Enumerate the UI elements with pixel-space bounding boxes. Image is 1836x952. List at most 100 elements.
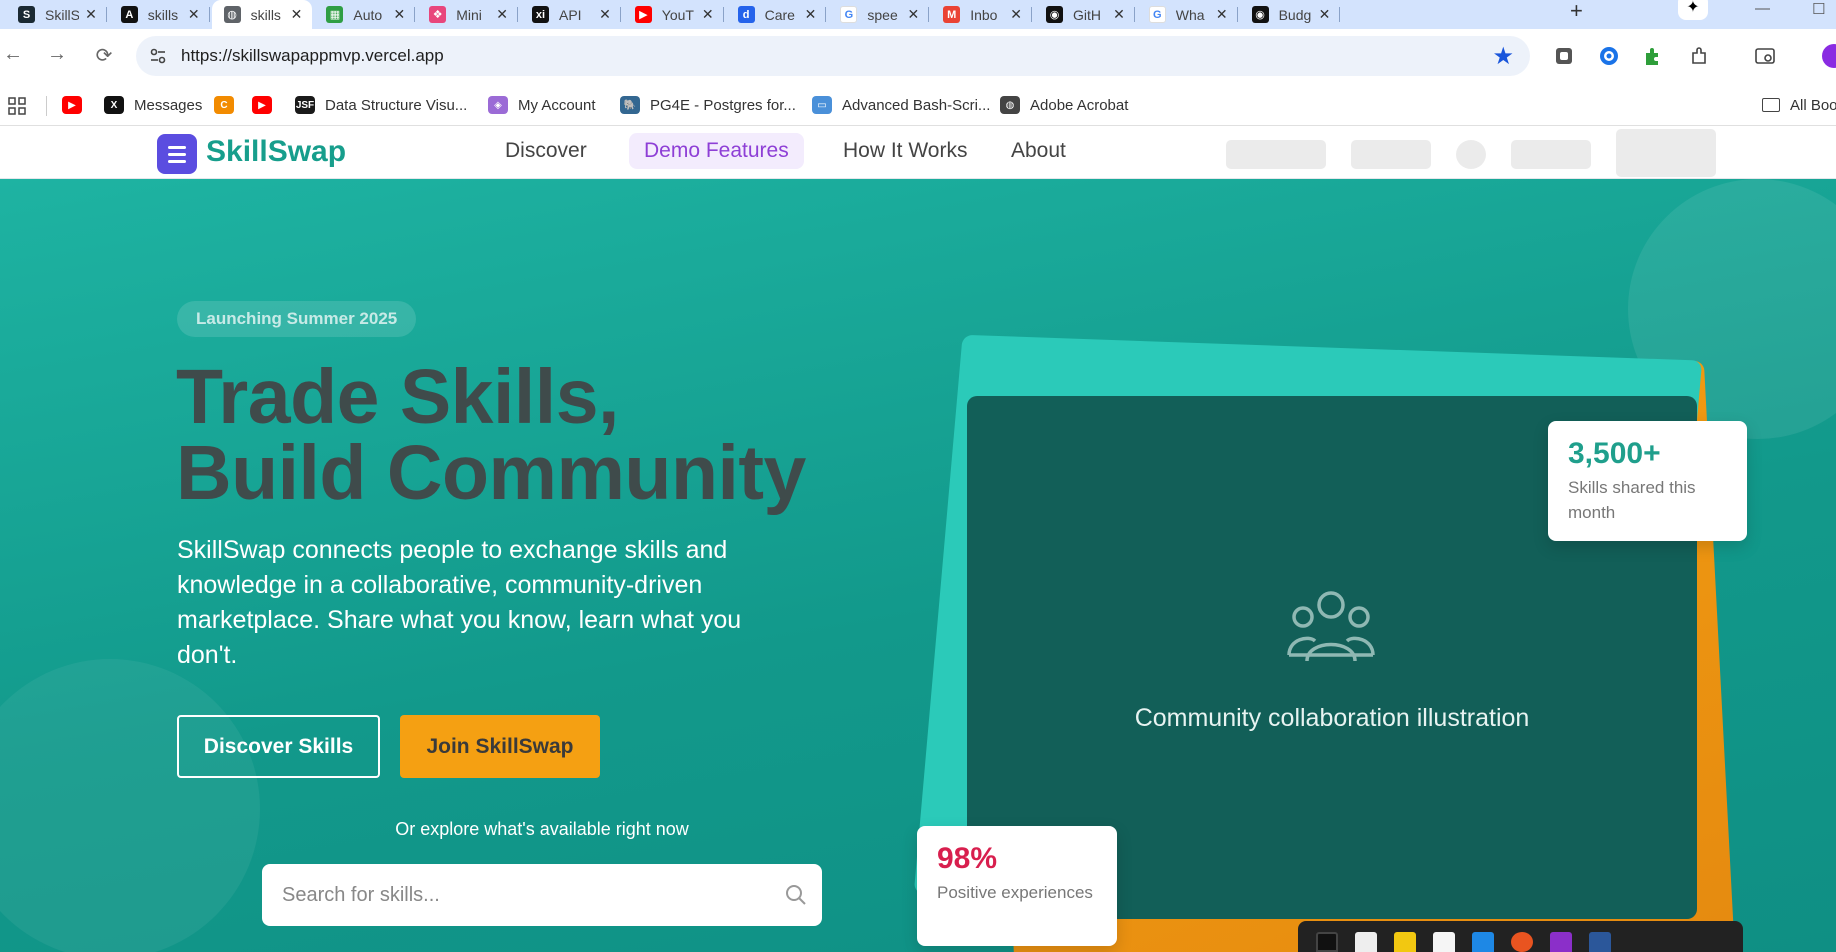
tab-favicon-icon: ❖	[429, 6, 447, 23]
browser-tab[interactable]: ▶ YouT ✕	[623, 0, 724, 29]
extension-icon[interactable]	[1553, 45, 1575, 67]
bookmark-star-icon[interactable]: ★	[1492, 42, 1514, 71]
minimize-button[interactable]: —	[1755, 0, 1770, 17]
tab-favicon-icon: ▦	[326, 6, 344, 23]
all-bookmarks-folder[interactable]: All Boo	[1762, 94, 1836, 116]
powerbi-app-icon[interactable]	[1394, 932, 1416, 952]
tab-close-icon[interactable]: ✕	[805, 6, 817, 23]
maximize-button[interactable]: ☐	[1812, 0, 1825, 18]
bookmark-item[interactable]: JSF Data Structure Visu...	[295, 94, 467, 116]
browser-toolbar: ← → ⟳ https://skillswapappmvp.vercel.app…	[0, 29, 1836, 86]
tab-close-icon[interactable]: ✕	[291, 6, 303, 23]
nav-discover[interactable]: Discover	[505, 139, 587, 163]
word-app-icon[interactable]	[1589, 932, 1611, 952]
logo-text[interactable]: SkillSwap	[206, 135, 346, 169]
os-taskbar	[1298, 921, 1743, 952]
tab-title: Budg	[1278, 6, 1312, 23]
search-icon[interactable]	[784, 883, 808, 907]
bookmark-favicon-icon: ◈	[488, 96, 508, 114]
tab-favicon-icon: ◍	[223, 6, 241, 23]
browser-tab[interactable]: G Wha ✕	[1137, 0, 1238, 29]
browser-tab[interactable]: d Care ✕	[726, 0, 827, 29]
intellij-app-icon[interactable]	[1550, 932, 1572, 952]
url-text[interactable]: https://skillswapappmvp.vercel.app	[181, 46, 444, 66]
gemini-icon[interactable]: ✦	[1678, 0, 1708, 20]
address-bar[interactable]: https://skillswapappmvp.vercel.app ★	[136, 36, 1530, 76]
tab-close-icon[interactable]: ✕	[1319, 6, 1331, 23]
tab-separator	[516, 7, 518, 22]
browser-tab[interactable]: ◍ skills ✕	[211, 0, 313, 29]
tab-search-icon[interactable]	[1754, 45, 1776, 67]
loading-placeholder	[1226, 140, 1326, 169]
bookmark-item[interactable]: ▭ Advanced Bash-Scri...	[812, 94, 990, 116]
tab-close-icon[interactable]: ✕	[85, 6, 97, 23]
bookmark-item[interactable]: C	[214, 94, 234, 116]
vscode-app-icon[interactable]	[1472, 932, 1494, 952]
nav-about[interactable]: About	[1011, 139, 1066, 163]
tab-close-icon[interactable]: ✕	[599, 6, 611, 23]
ubuntu-app-icon[interactable]	[1511, 932, 1533, 952]
loading-avatar-placeholder	[1456, 140, 1486, 169]
browser-tab[interactable]: ◉ GitH ✕	[1034, 0, 1135, 29]
browser-tab[interactable]: ◉ Budg ✕	[1240, 0, 1341, 29]
logo-menu-icon[interactable]	[157, 134, 197, 174]
nav-demo-features[interactable]: Demo Features	[629, 133, 804, 169]
terminal-app-icon[interactable]	[1316, 932, 1338, 952]
tab-close-icon[interactable]: ✕	[907, 6, 919, 23]
notes-app-icon[interactable]	[1355, 932, 1377, 952]
tab-title: SkillS	[45, 6, 79, 23]
tab-close-icon[interactable]: ✕	[1216, 6, 1228, 23]
discover-skills-button[interactable]: Discover Skills	[177, 715, 380, 778]
site-info-icon[interactable]	[148, 46, 168, 66]
browser-tab[interactable]: xi API ✕	[520, 0, 621, 29]
tab-close-icon[interactable]: ✕	[702, 6, 714, 23]
hero-description: SkillSwap connects people to exchange sk…	[177, 536, 742, 669]
tab-title: spee	[867, 6, 898, 23]
forward-arrow-icon[interactable]: →	[45, 43, 69, 66]
tab-favicon-icon: d	[737, 6, 755, 23]
bookmark-favicon-icon: X	[104, 96, 124, 114]
bookmark-label: Advanced Bash-Scri...	[842, 96, 991, 114]
bookmark-item[interactable]: ◈ My Account	[488, 94, 596, 116]
browser-tab[interactable]: ❖ Mini ✕	[417, 0, 518, 29]
tab-close-icon[interactable]: ✕	[496, 6, 508, 23]
browser-tab[interactable]: S SkillS ✕	[6, 0, 107, 29]
tab-separator	[1236, 7, 1238, 22]
bookmark-item[interactable]: 🐘 PG4E - Postgres for...	[620, 94, 796, 116]
back-arrow-icon[interactable]: ←	[1, 43, 25, 66]
new-tab-button[interactable]: +	[1570, 0, 1583, 22]
search-input[interactable]	[282, 878, 762, 912]
tab-close-icon[interactable]: ✕	[188, 6, 200, 23]
browser-tab[interactable]: ▦ Auto ✕	[314, 0, 416, 29]
browser-tab[interactable]: Askills ✕	[109, 0, 210, 29]
extensions-menu-icon[interactable]	[1688, 45, 1710, 67]
tab-separator	[722, 7, 724, 22]
reload-icon[interactable]: ⟳	[92, 43, 116, 68]
bookmark-item[interactable]: ▶	[252, 94, 272, 116]
bookmark-item[interactable]: X Messages	[104, 94, 202, 116]
hero-headline: Trade Skills, Build Community	[176, 359, 806, 516]
tab-close-icon[interactable]: ✕	[1113, 6, 1125, 23]
headline-line-2: Build Community	[176, 430, 806, 516]
document-app-icon[interactable]	[1433, 932, 1455, 952]
join-skillswap-button[interactable]: Join SkillSwap	[400, 715, 600, 778]
skills-stat-value: 3,500+	[1568, 437, 1661, 470]
bookmark-item[interactable]: ◍ Adobe Acrobat	[1000, 94, 1128, 116]
all-bookmarks-label: All Boo	[1790, 96, 1836, 114]
tab-close-icon[interactable]: ✕	[393, 6, 405, 23]
browser-tab[interactable]: Gspee ✕	[828, 0, 930, 29]
bookmark-item[interactable]: ▶	[62, 94, 82, 116]
tab-favicon-icon: ▶	[634, 6, 652, 23]
tab-separator	[105, 7, 107, 22]
tab-close-icon[interactable]: ✕	[1010, 6, 1022, 23]
apps-grid-icon[interactable]	[8, 97, 26, 115]
bookmark-favicon-icon: ▶	[252, 96, 272, 114]
puzzle-extension-icon[interactable]	[1642, 45, 1664, 67]
tab-title: Wha	[1175, 6, 1205, 23]
target-extension-icon[interactable]	[1598, 45, 1620, 67]
profile-avatar[interactable]	[1822, 44, 1836, 68]
tab-separator	[825, 7, 827, 22]
nav-how-it-works[interactable]: How It Works	[843, 139, 967, 163]
browser-tab[interactable]: M Inbo ✕	[931, 0, 1032, 29]
explore-text: Or explore what's available right now	[395, 819, 689, 839]
